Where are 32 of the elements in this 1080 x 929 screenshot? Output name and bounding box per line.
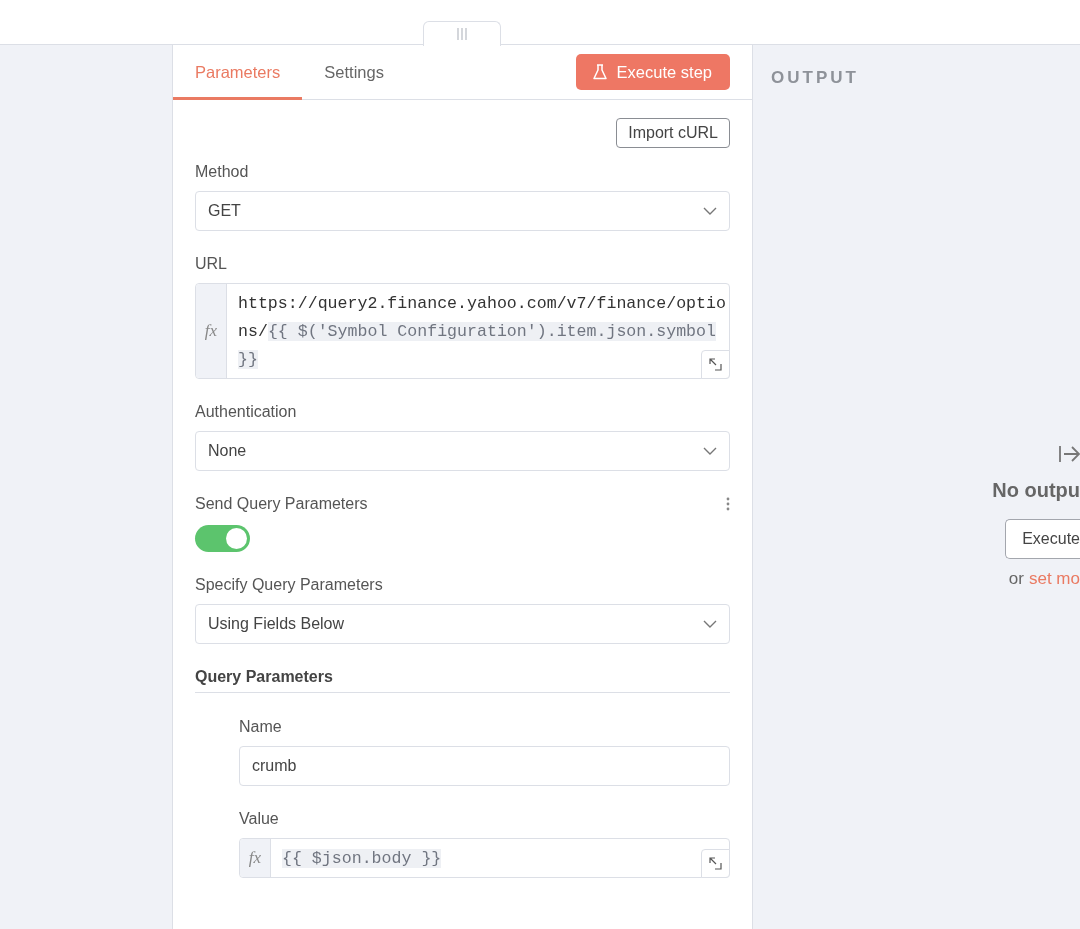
- drag-handle[interactable]: [423, 21, 501, 46]
- expand-icon[interactable]: [701, 350, 730, 379]
- panel-title: OUTPUT: [771, 68, 860, 88]
- field-label: Authentication: [195, 402, 298, 422]
- dropdown-select[interactable]: GET: [195, 191, 730, 231]
- field-label: Send Query Parameters: [195, 494, 368, 514]
- flask-icon: [592, 64, 607, 80]
- expression-field[interactable]: fx {{ $json.body }}: [239, 838, 730, 878]
- field-label: Value: [239, 809, 280, 829]
- chevron-down-icon: [703, 447, 717, 455]
- toggle-switch[interactable]: [195, 525, 250, 552]
- field-label: Name: [239, 717, 283, 737]
- tab[interactable]: Settings: [302, 44, 406, 100]
- input-field[interactable]: crumb: [239, 746, 730, 786]
- fx-label: fx: [248, 848, 262, 868]
- section-heading: Query Parameters: [195, 667, 730, 693]
- expression-field[interactable]: fx https://query2.finance.yahoo.com/v7/finance/options/{{ $('Symbol Configuration').item.json.symbol }}: [195, 283, 730, 379]
- field-label: Method: [195, 162, 250, 182]
- empty-state-title: No outpu: [992, 479, 1080, 502]
- more-options-icon[interactable]: [726, 497, 730, 511]
- chevron-down-icon: [703, 207, 717, 215]
- field-label: Specify Query Parameters: [195, 575, 384, 595]
- dropdown-select[interactable]: Using Fields Below: [195, 604, 730, 644]
- execute-button[interactable]: Execute: [1005, 519, 1080, 559]
- arrow-to-right-icon: [1058, 445, 1080, 463]
- import-curl-button[interactable]: Import cURL: [616, 118, 730, 148]
- hint-text: or: [1008, 569, 1024, 589]
- expand-icon[interactable]: [701, 849, 730, 878]
- chevron-down-icon: [703, 620, 717, 628]
- fx-label: fx: [204, 321, 218, 341]
- dropdown-select[interactable]: None: [195, 431, 730, 471]
- field-label: URL: [195, 254, 228, 274]
